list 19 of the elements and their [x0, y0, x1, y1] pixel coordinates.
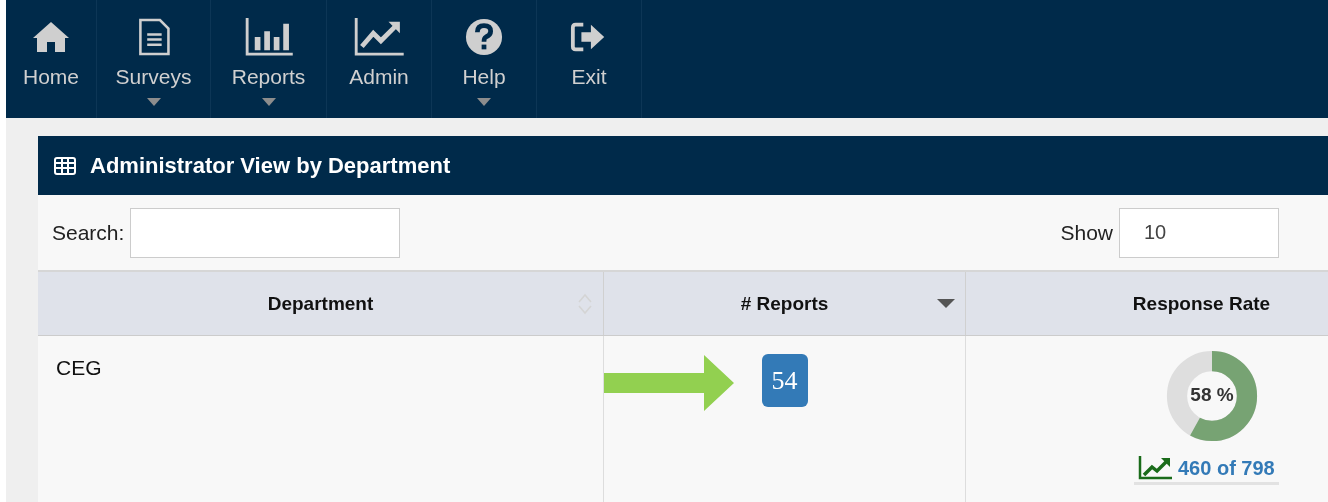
- page-size-field[interactable]: 10: [1119, 207, 1279, 258]
- column-header[interactable]: Department: [38, 272, 604, 336]
- show-label: Show: [1060, 220, 1113, 245]
- table-icon: [54, 156, 76, 175]
- document-icon: [136, 18, 171, 56]
- nav-item[interactable]: Help: [432, 0, 537, 118]
- bar-chart-icon: [243, 18, 294, 56]
- percent-label: 58 %: [1189, 384, 1235, 406]
- panel-title: Administrator View by Department: [90, 152, 451, 179]
- line-chart-icon: [353, 18, 405, 56]
- search-field[interactable]: [130, 207, 401, 258]
- trend-icon: [1138, 456, 1172, 480]
- report-count-badge[interactable]: 54: [761, 354, 808, 407]
- search-label: Search:: [52, 220, 125, 245]
- table-cell: CEG: [38, 335, 604, 502]
- responses-link[interactable]: 460 of 798: [1134, 456, 1279, 485]
- help-icon: [465, 18, 503, 56]
- column-header[interactable]: Response Rate: [965, 272, 1328, 336]
- column-header[interactable]: # Reports: [603, 272, 966, 336]
